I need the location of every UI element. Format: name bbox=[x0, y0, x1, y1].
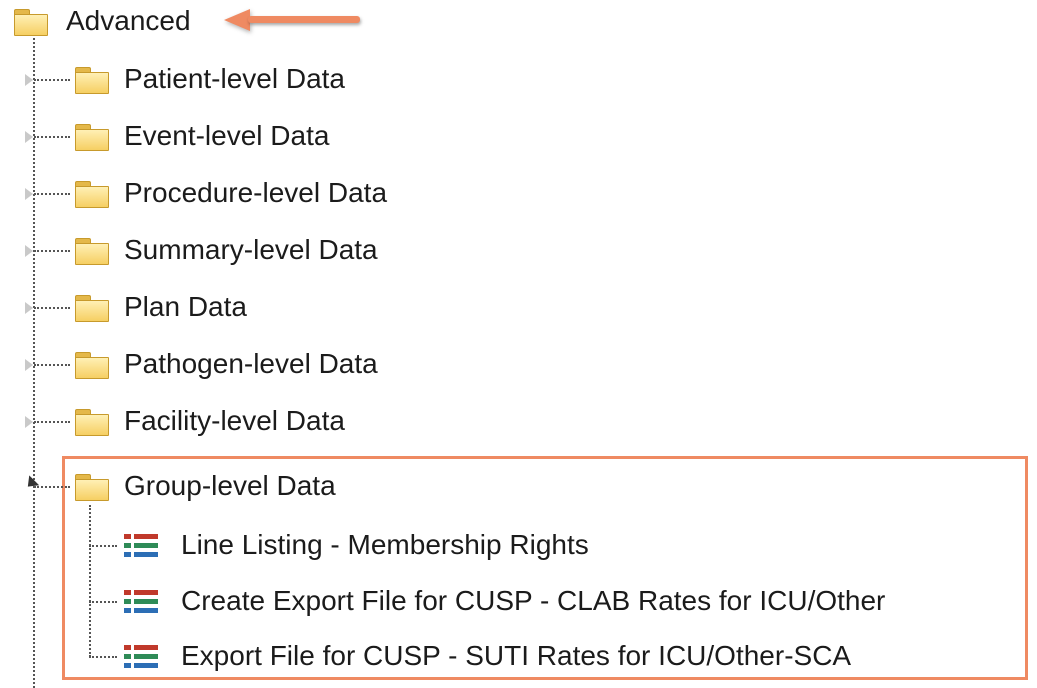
expand-triangle-icon[interactable] bbox=[25, 416, 33, 428]
tree-folder-summary-level-data[interactable]: Summary-level Data bbox=[20, 229, 440, 273]
report-tree: Advanced Patient-level Data Event-level … bbox=[0, 0, 1037, 688]
tree-folder-label: Procedure-level Data bbox=[124, 177, 388, 208]
folder-icon bbox=[75, 409, 109, 436]
tree-folder-plan-data[interactable]: Plan Data bbox=[20, 286, 320, 330]
tree-connector bbox=[34, 486, 70, 488]
tree-report-create-export-file-clab[interactable]: Create Export File for CUSP - CLAB Rates… bbox=[89, 580, 1019, 624]
tree-root-label: Advanced bbox=[66, 5, 191, 36]
tree-folder-event-level-data[interactable]: Event-level Data bbox=[20, 115, 420, 159]
report-list-icon bbox=[124, 532, 158, 560]
expand-triangle-icon[interactable] bbox=[25, 131, 33, 143]
tree-connector bbox=[89, 656, 117, 658]
folder-icon bbox=[75, 238, 109, 265]
collapse-triangle-icon[interactable] bbox=[22, 475, 40, 492]
folder-icon bbox=[14, 9, 48, 36]
report-list-icon bbox=[124, 643, 158, 671]
tree-report-label: Line Listing - Membership Rights bbox=[181, 529, 589, 560]
tree-connector bbox=[34, 421, 70, 423]
tree-report-label: Create Export File for CUSP - CLAB Rates… bbox=[181, 585, 886, 616]
expand-triangle-icon[interactable] bbox=[25, 359, 33, 371]
expand-triangle-icon[interactable] bbox=[25, 188, 33, 200]
tree-folder-label: Facility-level Data bbox=[124, 405, 345, 436]
tree-folder-label: Patient-level Data bbox=[124, 63, 346, 94]
annotation-arrow-shaft bbox=[248, 16, 360, 23]
tree-connector bbox=[34, 250, 70, 252]
tree-folder-patient-level-data[interactable]: Patient-level Data bbox=[20, 58, 420, 102]
tree-report-line-listing-membership-rights[interactable]: Line Listing - Membership Rights bbox=[89, 524, 669, 568]
folder-icon bbox=[75, 295, 109, 322]
tree-folder-label: Summary-level Data bbox=[124, 234, 378, 265]
tree-connector bbox=[34, 79, 70, 81]
folder-icon bbox=[75, 352, 109, 379]
tree-connector bbox=[89, 601, 117, 603]
tree-connector bbox=[34, 136, 70, 138]
tree-report-label: Export File for CUSP - SUTI Rates for IC… bbox=[181, 640, 852, 671]
tree-root-advanced[interactable]: Advanced bbox=[0, 0, 260, 44]
expand-triangle-icon[interactable] bbox=[25, 245, 33, 257]
expand-triangle-icon[interactable] bbox=[25, 74, 33, 86]
folder-icon bbox=[75, 181, 109, 208]
expand-triangle-icon[interactable] bbox=[25, 302, 33, 314]
report-list-icon bbox=[124, 588, 158, 616]
tree-folder-label: Event-level Data bbox=[124, 120, 330, 151]
tree-folder-label: Group-level Data bbox=[124, 470, 336, 501]
tree-folder-procedure-level-data[interactable]: Procedure-level Data bbox=[20, 172, 460, 216]
tree-connector bbox=[34, 364, 70, 366]
tree-report-export-file-suti[interactable]: Export File for CUSP - SUTI Rates for IC… bbox=[89, 635, 989, 679]
tree-connector bbox=[34, 307, 70, 309]
tree-folder-label: Plan Data bbox=[124, 291, 247, 322]
arrow-left-icon bbox=[224, 9, 250, 31]
folder-icon bbox=[75, 124, 109, 151]
tree-folder-label: Pathogen-level Data bbox=[124, 348, 378, 379]
tree-folder-group-level-data[interactable]: Group-level Data bbox=[20, 465, 400, 509]
tree-connector bbox=[34, 193, 70, 195]
tree-folder-facility-level-data[interactable]: Facility-level Data bbox=[20, 400, 420, 444]
folder-icon bbox=[75, 474, 109, 501]
folder-icon bbox=[75, 67, 109, 94]
tree-folder-pathogen-level-data[interactable]: Pathogen-level Data bbox=[20, 343, 440, 387]
tree-connector bbox=[89, 545, 117, 547]
